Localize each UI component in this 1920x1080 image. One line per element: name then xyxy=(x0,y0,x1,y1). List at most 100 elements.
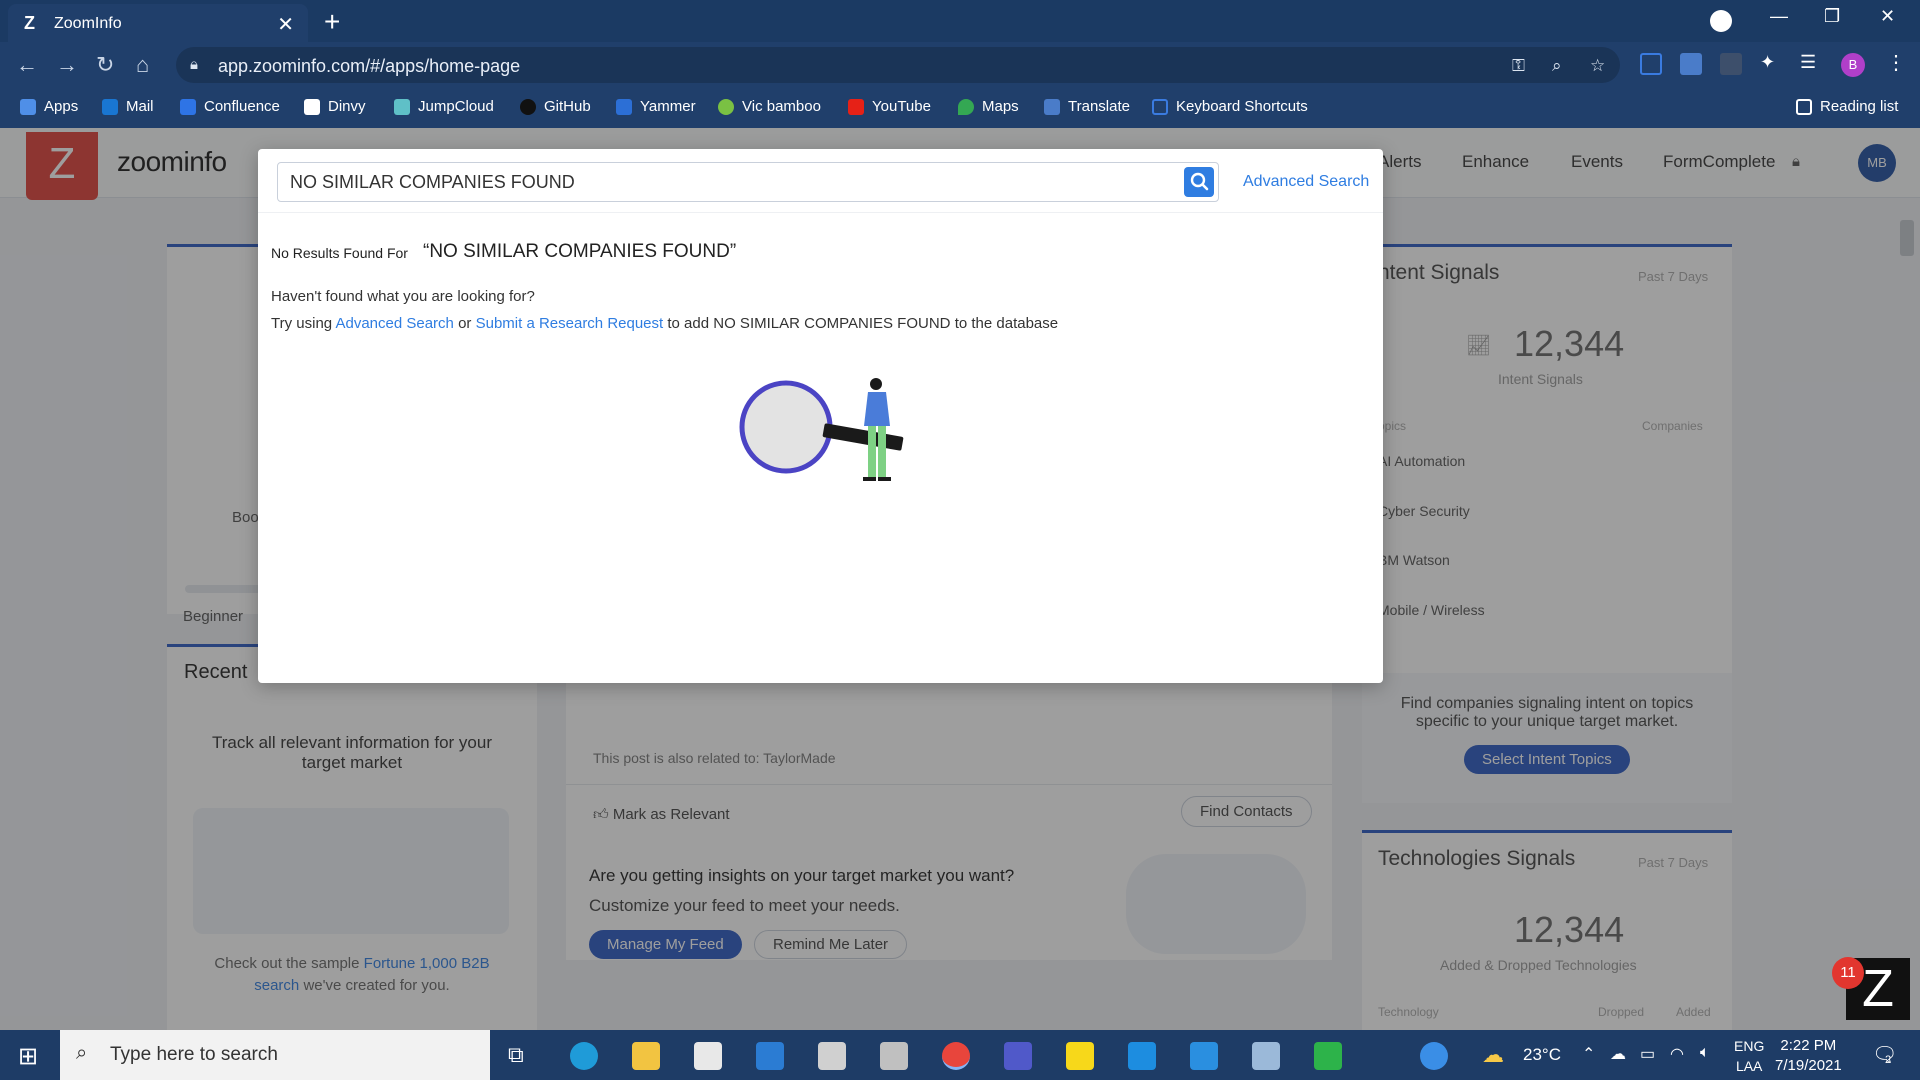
clock[interactable]: 2:22 PM 7/19/2021 xyxy=(1775,1036,1842,1076)
tab-title: ZoomInfo xyxy=(54,15,122,32)
address-bar[interactable]: 🔒︎ app.zoominfo.com/#/apps/home-page ⚿ ⌕… xyxy=(176,47,1620,83)
search-icon xyxy=(1190,172,1209,191)
download-icon[interactable] xyxy=(1710,10,1732,32)
file-explorer-icon[interactable] xyxy=(632,1042,660,1070)
reload-icon[interactable]: ↻ xyxy=(96,52,114,78)
search-icon: ⌕ xyxy=(76,1042,88,1064)
reading-list-icon xyxy=(1796,98,1812,115)
teams-icon[interactable] xyxy=(1004,1042,1032,1070)
lock-icon[interactable]: 🔒︎ xyxy=(190,56,198,73)
windows-start-icon[interactable]: ⊞ xyxy=(18,1042,38,1071)
maps-pin-icon xyxy=(958,98,974,115)
app-icon[interactable] xyxy=(818,1042,846,1070)
bookmark-apps[interactable]: Apps xyxy=(20,98,78,115)
media-icon[interactable]: ☰ xyxy=(1800,52,1816,73)
no-results-label: No Results Found For xyxy=(271,245,408,261)
bookmark-maps[interactable]: Maps xyxy=(958,98,1019,115)
bookmarks-bar: Apps Mail Confluence Dinvy JumpCloud Git… xyxy=(0,88,1920,128)
company-search-box[interactable] xyxy=(277,162,1219,202)
help-suggestion: Try using Advanced Search or Submit a Re… xyxy=(271,315,1059,332)
chrome-icon[interactable] xyxy=(942,1042,970,1070)
translate-icon xyxy=(1044,98,1060,115)
help-question: Haven't found what you are looking for? xyxy=(271,288,535,305)
advanced-search-help-link[interactable]: Advanced Search xyxy=(335,315,453,332)
company-search-input[interactable] xyxy=(290,169,1170,195)
home-icon[interactable]: ⌂ xyxy=(136,52,149,78)
jumpcloud-icon xyxy=(394,98,410,115)
restore-icon[interactable]: ❐ xyxy=(1824,6,1840,27)
media-player-icon[interactable] xyxy=(1314,1042,1342,1070)
s-app-icon[interactable] xyxy=(1128,1042,1156,1070)
advanced-search-link[interactable]: Advanced Search xyxy=(1243,173,1369,191)
temperature[interactable]: 23°C xyxy=(1523,1045,1561,1065)
more-extension-icon[interactable] xyxy=(1720,53,1742,75)
battery-icon[interactable]: ▭ xyxy=(1640,1044,1655,1064)
mail-icon xyxy=(102,98,118,115)
extension-icon[interactable] xyxy=(1640,53,1662,75)
bamboo-icon xyxy=(718,98,734,115)
bookmark-youtube[interactable]: YouTube xyxy=(848,98,931,115)
weather-icon[interactable]: ☁ xyxy=(1482,1042,1504,1068)
help-icon[interactable] xyxy=(1420,1042,1448,1070)
browser-tab-strip: Z ZoomInfo ✕ + — ❐ ✕ xyxy=(0,0,1920,42)
paint-icon[interactable] xyxy=(880,1042,908,1070)
bookmark-keyboard-shortcuts[interactable]: Keyboard Shortcuts xyxy=(1152,98,1308,115)
dinvy-icon xyxy=(304,98,320,115)
github-icon xyxy=(520,98,536,115)
bookmark-github[interactable]: GitHub xyxy=(520,98,591,115)
bookmark-dinvy[interactable]: Dinvy xyxy=(304,98,366,115)
task-view-icon[interactable]: ⧉ xyxy=(508,1042,524,1068)
forward-icon[interactable]: → xyxy=(56,52,78,78)
notification-badge: 11 xyxy=(1832,957,1864,989)
browser-toolbar: ← → ↻ ⌂ 🔒︎ app.zoominfo.com/#/apps/home-… xyxy=(0,42,1920,88)
bookmark-translate[interactable]: Translate xyxy=(1044,98,1130,115)
confluence-icon xyxy=(180,98,196,115)
research-request-link[interactable]: Submit a Research Request xyxy=(476,315,664,332)
mail-app-icon[interactable] xyxy=(756,1042,784,1070)
close-tab-icon[interactable]: ✕ xyxy=(277,12,294,37)
vscode-icon[interactable] xyxy=(1190,1042,1218,1070)
new-tab-icon[interactable]: + xyxy=(324,6,340,38)
input-language[interactable]: ENG LAA xyxy=(1734,1036,1764,1076)
bookmark-vic-bamboo[interactable]: Vic bamboo xyxy=(718,98,821,115)
url-text[interactable]: app.zoominfo.com/#/apps/home-page xyxy=(218,56,520,77)
search-results-modal: Advanced Search No Results Found For “NO… xyxy=(258,149,1383,683)
minimize-icon[interactable]: — xyxy=(1770,6,1788,27)
zoominfo-favicon-icon: Z xyxy=(24,13,35,33)
bookmark-jumpcloud[interactable]: JumpCloud xyxy=(394,98,494,115)
puzzle-icon[interactable]: ✦ xyxy=(1760,52,1775,73)
wifi-icon[interactable]: ◠ xyxy=(1670,1044,1684,1064)
modal-divider xyxy=(258,212,1383,213)
sticky-notes-icon[interactable] xyxy=(1066,1042,1094,1070)
close-window-icon[interactable]: ✕ xyxy=(1880,6,1895,27)
profile-avatar[interactable]: B xyxy=(1841,53,1865,77)
browser-tab[interactable]: Z ZoomInfo ✕ xyxy=(8,4,308,42)
notification-count: 2 xyxy=(1885,1054,1892,1066)
magnifier-person-illustration xyxy=(739,378,904,481)
windows-taskbar: ⊞ ⌕ Type here to search ⧉ ☁ 23°C ⌃ ☁ ▭ ◠… xyxy=(0,1030,1920,1080)
youtube-icon xyxy=(848,98,864,115)
zoom-icon[interactable]: ⌕ xyxy=(1552,56,1562,76)
keyboard-shortcuts-icon xyxy=(1152,98,1168,115)
edge-icon[interactable] xyxy=(570,1042,598,1070)
bookmark-mail[interactable]: Mail xyxy=(102,98,154,115)
app2-icon[interactable] xyxy=(1252,1042,1280,1070)
taskbar-search[interactable]: ⌕ Type here to search xyxy=(60,1030,490,1080)
menu-kebab-icon[interactable]: ⋮ xyxy=(1886,50,1906,75)
onedrive-icon[interactable]: ☁ xyxy=(1610,1044,1626,1064)
tray-chevron-icon[interactable]: ⌃ xyxy=(1582,1044,1595,1064)
apps-grid-icon xyxy=(20,98,36,115)
bookmark-yammer[interactable]: Yammer xyxy=(616,98,696,115)
volume-icon[interactable]: 🔈︎ xyxy=(1700,1044,1710,1062)
yammer-icon xyxy=(616,98,632,115)
reading-list[interactable]: Reading list xyxy=(1796,98,1898,115)
back-icon[interactable]: ← xyxy=(16,52,38,78)
key-icon[interactable]: ⚿ xyxy=(1512,56,1525,76)
star-icon[interactable]: ☆ xyxy=(1590,56,1605,76)
no-results-query: “NO SIMILAR COMPANIES FOUND” xyxy=(423,241,737,262)
taskbar-search-placeholder[interactable]: Type here to search xyxy=(110,1044,278,1066)
bookmark-confluence[interactable]: Confluence xyxy=(180,98,280,115)
translate-extension-icon[interactable] xyxy=(1680,53,1702,75)
store-icon[interactable] xyxy=(694,1042,722,1070)
search-button[interactable] xyxy=(1184,167,1214,197)
